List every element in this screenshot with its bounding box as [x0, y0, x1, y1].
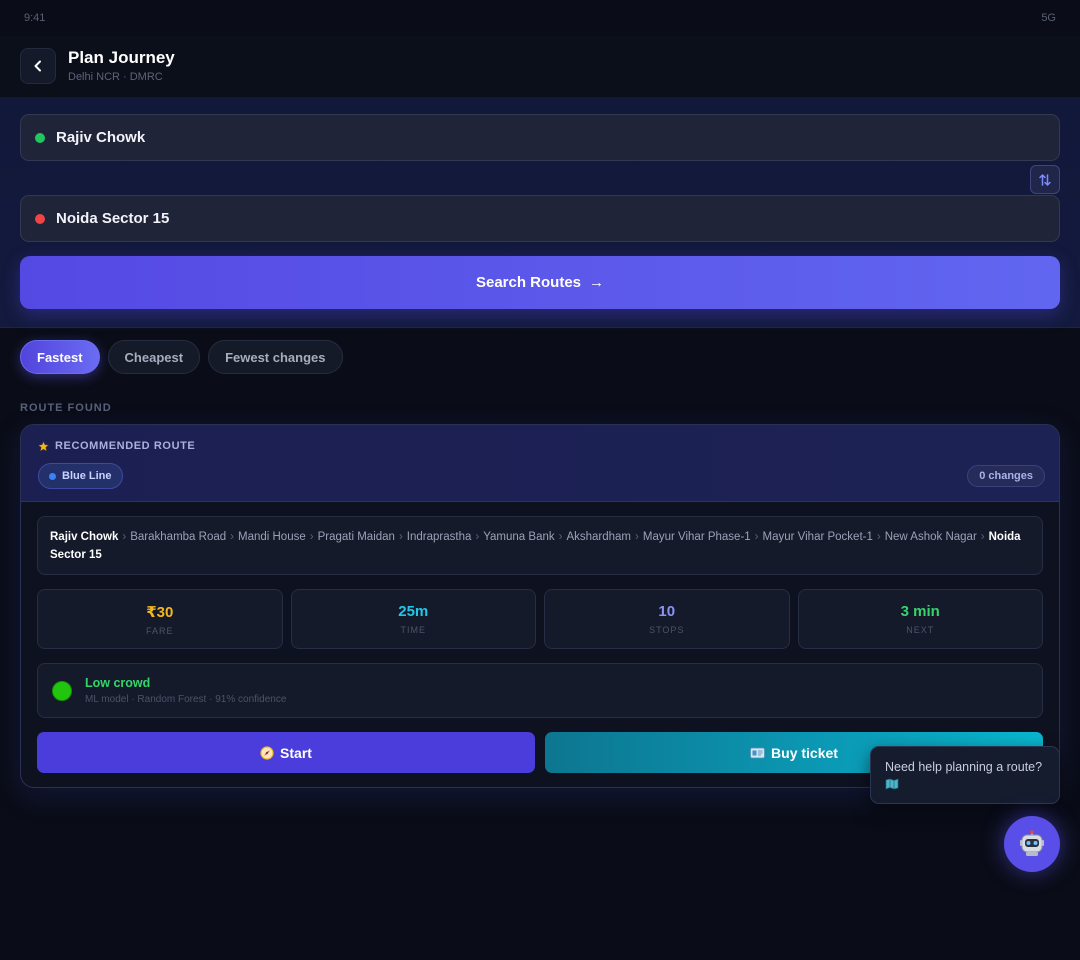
separator-icon: › [122, 531, 127, 543]
route-card: RECOMMENDED ROUTE Blue Line 0 changes Ra… [20, 424, 1060, 788]
route-filter-tabs: Fastest Cheapest Fewest changes [20, 340, 343, 374]
page-title: Plan Journey [68, 48, 175, 67]
arrow-right-icon: → [589, 274, 605, 291]
section-label: ROUTE FOUND [20, 402, 112, 414]
stat-value: ₹30 [146, 603, 174, 621]
destination-value: Noida Sector 15 [56, 210, 170, 227]
station-list: Rajiv Chowk › Barakhamba Road › Mandi House ›… [37, 516, 1043, 575]
line-badge: Blue Line [38, 463, 123, 489]
line-name: Blue Line [62, 470, 112, 482]
status-network: 5G [1041, 12, 1056, 24]
origin-dot-icon [35, 132, 45, 143]
back-button[interactable] [20, 48, 56, 84]
stat-stops: 10 STOPS [544, 589, 790, 649]
robot-icon [1020, 830, 1044, 856]
station-name: Mayur Vihar Phase-1 [642, 531, 751, 543]
crowd-status-icon [52, 681, 72, 701]
station-name: Pragati Maidan [317, 531, 395, 543]
station-name: Indraprastha [406, 531, 472, 543]
stat-value: 3 min [900, 603, 940, 620]
stat-label: TIME [400, 625, 426, 635]
assistant-tooltip-text: Need help planning a route? [885, 760, 1043, 774]
search-routes-label: Search Routes [475, 274, 582, 291]
buy-ticket-label: Buy ticket [771, 744, 838, 761]
crowd-title: Low crowd [85, 676, 151, 690]
swap-stations-button[interactable] [1030, 165, 1060, 194]
recommended-text: RECOMMENDED ROUTE [55, 440, 196, 452]
line-dot-icon [49, 472, 56, 480]
page-subtitle: Delhi NCR · DMRC [68, 71, 163, 83]
stat-next: 3 min NEXT [797, 589, 1043, 649]
tab-cheapest[interactable]: Cheapest [107, 340, 201, 374]
status-time: 9:41 [24, 12, 46, 24]
assistant-bot-button[interactable] [1004, 816, 1060, 872]
stat-time: 25m TIME [290, 589, 536, 649]
destination-field[interactable]: Noida Sector 15 [20, 195, 1060, 242]
swap-icon [1039, 173, 1051, 186]
separator-icon: › [309, 531, 314, 543]
stat-value: 10 [658, 603, 676, 620]
station-name: Mayur Vihar Pocket-1 [762, 531, 873, 543]
map-icon [885, 778, 899, 790]
compass-icon [260, 745, 274, 760]
origin-field[interactable]: Rajiv Chowk [20, 114, 1060, 161]
station-name: Akshardham [566, 531, 632, 543]
search-routes-button[interactable]: Search Routes → [20, 256, 1060, 309]
separator-icon: › [980, 531, 985, 543]
assistant-tooltip: Need help planning a route? [870, 746, 1060, 804]
station-name: Barakhamba Road [130, 531, 227, 543]
status-bar: 9:41 5G [0, 0, 1080, 36]
route-card-header: RECOMMENDED ROUTE Blue Line 0 changes [21, 425, 1059, 502]
changes-badge: 0 changes [967, 465, 1045, 487]
separator-icon: › [558, 531, 563, 543]
stat-fare: ₹30 FARE [37, 589, 283, 649]
search-panel: Rajiv Chowk Noida Sector 15 Search Route… [0, 97, 1080, 328]
stat-label: NEXT [906, 625, 935, 635]
stat-label: FARE [145, 625, 174, 636]
ticket-icon [750, 747, 765, 758]
station-name: New Ashok Nagar [884, 531, 977, 543]
recommended-label: RECOMMENDED ROUTE [38, 440, 195, 452]
crowd-subtitle: ML model · Random Forest · 91% confidenc… [85, 694, 287, 705]
crowd-indicator: Low crowd ML model · Random Forest · 91%… [37, 663, 1043, 718]
start-button[interactable]: Start [37, 732, 535, 773]
separator-icon: › [876, 531, 881, 543]
separator-icon: › [398, 531, 403, 543]
station-name: Yamuna Bank [483, 531, 555, 543]
separator-icon: › [754, 531, 759, 543]
separator-icon: › [230, 531, 234, 543]
star-icon [38, 440, 49, 451]
stat-value: 25m [398, 603, 429, 620]
separator-icon: › [475, 531, 480, 543]
start-label: Start [280, 744, 312, 761]
tab-fewest-changes[interactable]: Fewest changes [208, 340, 343, 374]
route-stats: ₹30 FARE 25m TIME 10 STOPS 3 min NEXT [37, 589, 1043, 649]
tab-fastest[interactable]: Fastest [20, 340, 100, 374]
app-header: Plan Journey Delhi NCR · DMRC [0, 36, 1080, 97]
station-name: Mandi House [237, 531, 306, 543]
stat-label: STOPS [649, 625, 685, 635]
separator-icon: › [635, 531, 639, 543]
chevron-left-icon [34, 60, 41, 72]
origin-value: Rajiv Chowk [56, 129, 146, 146]
destination-dot-icon [35, 213, 45, 224]
station-name: Rajiv Chowk [50, 531, 119, 543]
